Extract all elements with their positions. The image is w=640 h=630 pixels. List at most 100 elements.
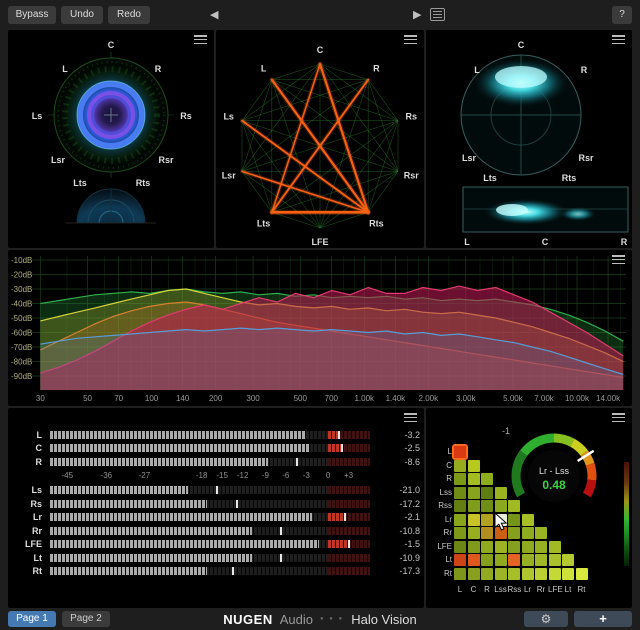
matrix-cell-L-L[interactable] — [454, 446, 466, 458]
halo-label-lts: Lts — [73, 178, 87, 188]
matrix-cell-Rt-L[interactable] — [454, 568, 466, 580]
correlation-web-panel: CRRsRsrRtsLFELtsLsrLsL — [216, 30, 424, 248]
brand-audio: Audio — [280, 612, 313, 627]
matrix-cell-Lt-C[interactable] — [468, 554, 480, 566]
matrix-cell-Rt-Lt[interactable] — [562, 568, 574, 580]
meters-panel-menu-icon[interactable] — [404, 413, 417, 422]
matrix-cell-Lt-L[interactable] — [454, 554, 466, 566]
matrix-cell-Rr-Lr[interactable] — [522, 527, 534, 539]
page-1-tab[interactable]: Page 1 — [8, 611, 56, 627]
matrix-cell-C-C[interactable] — [468, 460, 480, 472]
help-button[interactable]: ? — [612, 6, 632, 24]
height-label-c: C — [542, 237, 549, 247]
halo-panel-menu-icon[interactable] — [194, 35, 207, 44]
matrix-cell-Lt-Rr[interactable] — [535, 554, 547, 566]
matrix-cell-LFE-Lss[interactable] — [495, 541, 507, 553]
meter-row-C: C-2.5 — [14, 442, 420, 456]
matrix-cell-Rt-LFE[interactable] — [549, 568, 561, 580]
matrix-cell-Rss-L[interactable] — [454, 500, 466, 512]
matrix-cell-Lt-Lr[interactable] — [522, 554, 534, 566]
level-meter-L[interactable] — [50, 431, 370, 439]
spectrum-panel-menu-icon[interactable] — [612, 255, 625, 264]
meter-row-Rt: Rt-17.3 — [14, 565, 420, 579]
meter-channel-label: Lr — [14, 512, 50, 522]
polar-label-rsr: Rsr — [578, 153, 594, 163]
db-axis-label: -60dB — [11, 329, 32, 338]
matrix-cell-Lt-Lss[interactable] — [495, 554, 507, 566]
matrix-cell-Rt-Lr[interactable] — [522, 568, 534, 580]
matrix-cell-LFE-Rss[interactable] — [508, 541, 520, 553]
matrix-cell-Lr-L[interactable] — [454, 514, 466, 526]
matrix-cell-R-R[interactable] — [481, 473, 493, 485]
matrix-cell-Lt-LFE[interactable] — [549, 554, 561, 566]
correlation-matrix-panel: LCRLssRssLrRrLFELtRtLCRLssRssLrRrLFELtRt… — [426, 408, 632, 608]
matrix-cell-Lr-C[interactable] — [468, 514, 480, 526]
matrix-cell-Rt-Rr[interactable] — [535, 568, 547, 580]
matrix-cell-R-C[interactable] — [468, 473, 480, 485]
matrix-cell-Rt-C[interactable] — [468, 568, 480, 580]
matrix-cell-Rt-R[interactable] — [481, 568, 493, 580]
matrix-row-label: Rss — [428, 500, 452, 512]
level-meter-C[interactable] — [50, 444, 370, 452]
matrix-cell-Rr-L[interactable] — [454, 527, 466, 539]
matrix-cell-Lss-L[interactable] — [454, 487, 466, 499]
meter-row-LFE: LFE-1.5 — [14, 538, 420, 552]
matrix-cell-Rr-Rr[interactable] — [535, 527, 547, 539]
polar-panel-menu-icon[interactable] — [612, 35, 625, 44]
undo-button[interactable]: Undo — [61, 6, 103, 24]
matrix-panel-menu-icon[interactable] — [612, 413, 625, 422]
matrix-cell-LFE-C[interactable] — [468, 541, 480, 553]
correlation-gauge: -1 Lr - Lss 0.48 — [496, 422, 612, 522]
matrix-cell-Lt-Rss[interactable] — [508, 554, 520, 566]
level-meter-R[interactable] — [50, 458, 370, 466]
matrix-cell-Lss-R[interactable] — [481, 487, 493, 499]
level-meter-Rr[interactable] — [50, 527, 370, 535]
redo-button[interactable]: Redo — [108, 6, 150, 24]
level-meter-Lr[interactable] — [50, 513, 370, 521]
page-2-tab[interactable]: Page 2 — [62, 611, 110, 627]
web-panel-menu-icon[interactable] — [404, 35, 417, 44]
halo-label-ls: Ls — [32, 111, 43, 121]
matrix-cell-Lt-Lt[interactable] — [562, 554, 574, 566]
freq-axis-label: 140 — [176, 394, 190, 403]
matrix-cell-Lt-R[interactable] — [481, 554, 493, 566]
matrix-cell-LFE-L[interactable] — [454, 541, 466, 553]
matrix-cell-LFE-Lr[interactable] — [522, 541, 534, 553]
matrix-row-label: Rt — [428, 568, 452, 580]
matrix-cell-Rr-R[interactable] — [481, 527, 493, 539]
level-meter-Lt[interactable] — [50, 554, 370, 562]
matrix-cell-R-L[interactable] — [454, 473, 466, 485]
matrix-cell-Rr-Rss[interactable] — [508, 527, 520, 539]
matrix-cell-LFE-R[interactable] — [481, 541, 493, 553]
next-arrow-icon[interactable]: ▶ — [413, 7, 421, 23]
level-meter-LFE[interactable] — [50, 540, 370, 548]
prev-arrow-icon[interactable]: ◀ — [210, 7, 218, 23]
matrix-row-label: LFE — [428, 541, 452, 553]
level-meter-Rt[interactable] — [50, 567, 370, 575]
matrix-cell-Rt-Rss[interactable] — [508, 568, 520, 580]
matrix-cell-LFE-Rr[interactable] — [535, 541, 547, 553]
scale-tick-label: -27 — [139, 471, 151, 480]
matrix-cell-Rr-Lss[interactable] — [495, 527, 507, 539]
matrix-cell-LFE-LFE[interactable] — [549, 541, 561, 553]
matrix-cell-Rt-Lss[interactable] — [495, 568, 507, 580]
halo-label-l: L — [62, 64, 68, 74]
gauge-min-label: -1 — [502, 426, 510, 436]
level-meter-Rs[interactable] — [50, 500, 370, 508]
topbar: Bypass Undo Redo ◀ ▶ ? — [0, 0, 640, 30]
matrix-cell-Lr-R[interactable] — [481, 514, 493, 526]
matrix-cell-Rr-C[interactable] — [468, 527, 480, 539]
bypass-button[interactable]: Bypass — [8, 6, 56, 24]
matrix-cell-Rss-C[interactable] — [468, 500, 480, 512]
level-meters-panel: L-3.2C-2.5R-8.6-45-36-27-18-15-12-9-6-30… — [8, 408, 424, 608]
matrix-cell-Lss-C[interactable] — [468, 487, 480, 499]
preset-list-icon[interactable] — [430, 8, 445, 21]
web-channel-label: Rs — [406, 111, 418, 121]
matrix-cell-Rt-Rt[interactable] — [576, 568, 588, 580]
freq-axis-label: 30 — [36, 394, 45, 403]
level-meter-Ls[interactable] — [50, 486, 370, 494]
matrix-cell-C-L[interactable] — [454, 460, 466, 472]
matrix-cell-Rss-R[interactable] — [481, 500, 493, 512]
settings-gear-button[interactable]: ⚙ — [524, 611, 568, 627]
add-panel-button[interactable]: + — [574, 611, 632, 627]
